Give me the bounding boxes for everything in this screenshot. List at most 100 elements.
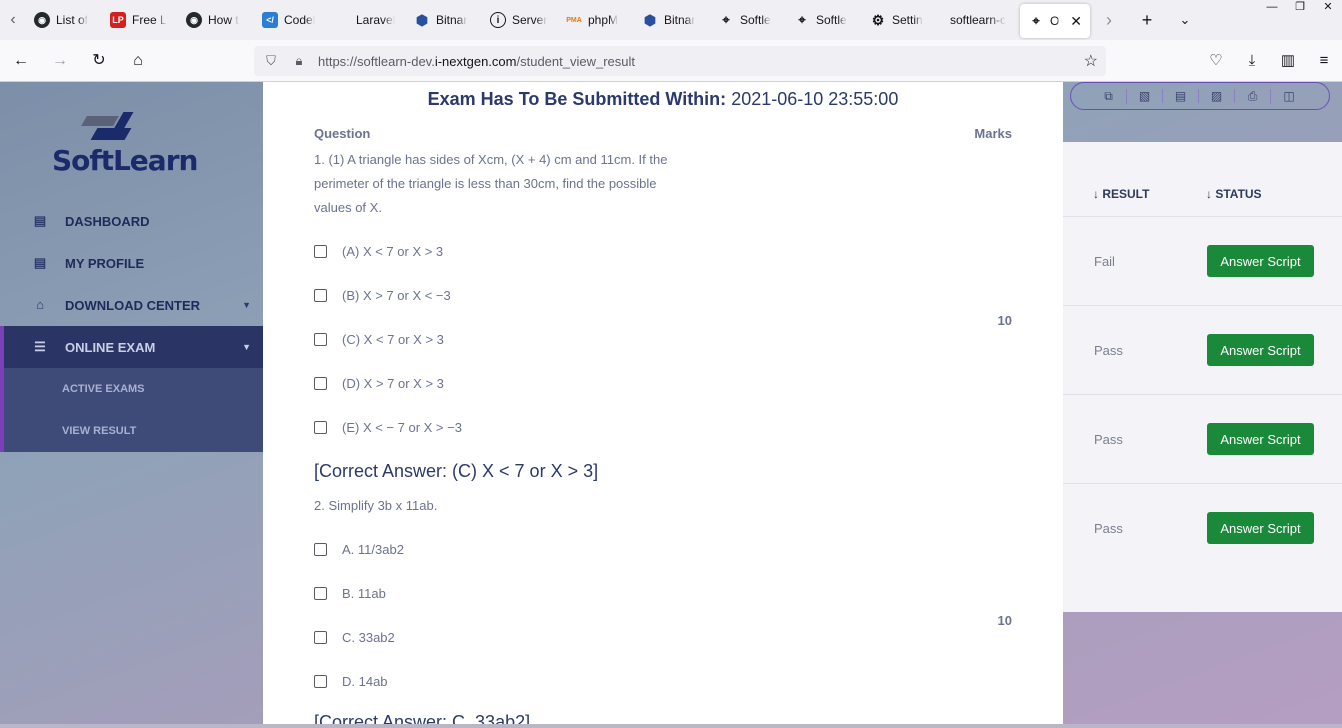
sidebar-item-my-profile[interactable]: ▤ MY PROFILE <box>0 242 263 284</box>
github-icon: ◉ <box>186 12 202 28</box>
forward-icon[interactable]: → <box>42 45 78 77</box>
checkbox[interactable] <box>314 675 327 688</box>
tab[interactable]: LP Free L <box>102 0 178 40</box>
url-path: /student_view_result <box>516 53 635 69</box>
tab-scroll-right-icon[interactable]: › <box>1090 10 1128 31</box>
checkbox[interactable] <box>314 421 327 434</box>
sidebar-item-download-center[interactable]: ⌂ DOWNLOAD CENTER ▼ <box>0 284 263 326</box>
tab[interactable]: ◉ How t <box>178 0 254 40</box>
tab-scroll-left-icon[interactable]: ‹ <box>0 11 26 29</box>
restore-icon[interactable]: ❐ <box>1286 0 1314 16</box>
sidebar-item-dashboard[interactable]: ▤ DASHBOARD <box>0 200 263 242</box>
sidebar-icon[interactable]: ▥ <box>1270 46 1306 76</box>
column-header-result[interactable]: ↓ RESULT <box>1093 187 1149 201</box>
tab-label: Bitnar <box>436 13 468 27</box>
close-icon[interactable]: ✕ <box>1070 13 1082 30</box>
tab[interactable]: ⚙ Settin <box>862 0 938 40</box>
option-label: B. 11ab <box>342 586 386 601</box>
checkbox[interactable] <box>314 377 327 390</box>
result-cell: Pass <box>1094 432 1123 447</box>
sidebar-subitem-active-exams[interactable]: ACTIVE EXAMS <box>0 368 263 410</box>
list-tabs-icon[interactable]: ⌄ <box>1166 12 1204 28</box>
home-icon[interactable]: ⌂ <box>120 45 156 77</box>
tab-label: Server <box>512 13 548 27</box>
row-divider <box>1063 483 1342 484</box>
tab[interactable]: ⌖ Softle <box>710 0 786 40</box>
excel-icon[interactable]: ▧ <box>1127 89 1163 103</box>
checkbox[interactable] <box>314 543 327 556</box>
option-checkbox-row[interactable]: A. 11/3ab2 <box>314 542 404 557</box>
option-checkbox-row[interactable]: (B) X > 7 or X < −3 <box>314 288 451 303</box>
minimize-icon[interactable]: — <box>1258 0 1286 16</box>
option-checkbox-row[interactable]: (E) X < − 7 or X > −3 <box>314 420 462 435</box>
option-checkbox-row[interactable]: (D) X > 7 or X > 3 <box>314 376 444 391</box>
option-checkbox-row[interactable]: (A) X < 7 or X > 3 <box>314 244 443 259</box>
caret-down-icon: ▼ <box>242 342 251 352</box>
tab-label: phpM <box>588 13 619 27</box>
modal-title: Exam Has To Be Submitted Within: 2021-06… <box>263 89 1063 110</box>
question-marks: 10 <box>997 613 1012 628</box>
answer-script-button[interactable]: Answer Script <box>1207 512 1314 544</box>
option-label: (A) X < 7 or X > 3 <box>342 244 444 259</box>
tab[interactable]: ⬢ Bitnar <box>406 0 482 40</box>
marks-column-header: Marks <box>974 126 1012 141</box>
columns-icon[interactable]: ◫ <box>1271 89 1307 103</box>
option-checkbox-row[interactable]: (C) X < 7 or X > 3 <box>314 332 444 347</box>
tab[interactable]: ◉ List of <box>26 0 102 40</box>
reload-icon[interactable]: ↻ <box>81 45 117 77</box>
menu-icon[interactable]: ≡ <box>1306 46 1342 76</box>
option-checkbox-row[interactable]: B. 11ab <box>314 586 386 601</box>
url-bar[interactable]: ⛉ 🔒︎ https://softlearn-dev.i-nextgen.com… <box>254 46 1106 76</box>
download-icon: ⌂ <box>36 297 44 312</box>
tab[interactable]: ⬢ Bitnar <box>634 0 710 40</box>
exam-icon: ☰ <box>34 339 46 354</box>
sidebar-subitem-view-result[interactable]: VIEW RESULT <box>0 410 263 452</box>
navigation-toolbar: ← → ↻ ⌂ ⛉ 🔒︎ https://softlearn-dev.i-nex… <box>0 40 1342 82</box>
sidebar-item-label: ONLINE EXAM <box>65 339 156 355</box>
option-label: C. 33ab2 <box>342 630 395 645</box>
url-text[interactable]: https://softlearn-dev.i-nextgen.com/stud… <box>318 54 635 69</box>
window-controls: — ❐ ✕ <box>1258 0 1342 16</box>
question-line: values of X. <box>314 200 382 215</box>
bookmark-star-icon[interactable]: ☆ <box>1084 51 1098 71</box>
tab-label: Osc <box>1050 14 1060 28</box>
print-icon[interactable]: ⎙ <box>1235 88 1271 104</box>
option-checkbox-row[interactable]: D. 14ab <box>314 674 388 689</box>
sidebar-item-label: DOWNLOAD CENTER <box>65 297 201 313</box>
row-divider <box>1063 394 1342 395</box>
checkbox[interactable] <box>314 587 327 600</box>
tab[interactable]: Laravel <box>330 0 406 40</box>
pocket-icon[interactable]: ♡ <box>1198 46 1234 76</box>
tab[interactable]: i Server <box>482 0 558 40</box>
option-checkbox-row[interactable]: C. 33ab2 <box>314 630 395 645</box>
close-window-icon[interactable]: ✕ <box>1314 0 1342 16</box>
checkbox[interactable] <box>314 245 327 258</box>
downloads-icon[interactable]: ⤓ <box>1234 46 1270 76</box>
new-tab-icon[interactable]: + <box>1128 10 1166 31</box>
tab-active[interactable]: ⌖ Osc ✕ <box>1020 4 1090 38</box>
lock-icon[interactable]: 🔒︎ <box>288 53 310 69</box>
tab[interactable]: ⌖ Softle <box>786 0 862 40</box>
sidebar-item-online-exam[interactable]: ☰ ONLINE EXAM ▼ <box>0 326 263 368</box>
page-viewport: SoftLearn ▤ DASHBOARD ▤ MY PROFILE ⌂ DOW… <box>0 82 1342 728</box>
checkbox[interactable] <box>314 631 327 644</box>
csv-icon[interactable]: ▤ <box>1163 89 1199 103</box>
answer-script-button[interactable]: Answer Script <box>1207 423 1314 455</box>
answer-script-button[interactable]: Answer Script <box>1207 334 1314 366</box>
tab[interactable]: softlearn-c <box>938 0 1020 40</box>
checkbox[interactable] <box>314 289 327 302</box>
pdf-icon[interactable]: ▨ <box>1199 89 1235 103</box>
option-label: D. 14ab <box>342 674 388 689</box>
tab[interactable]: </ Codel <box>254 0 330 40</box>
deadline-datetime: 2021-06-10 23:55:00 <box>731 89 899 109</box>
checkbox[interactable] <box>314 333 327 346</box>
tab[interactable]: PMA phpM <box>558 0 634 40</box>
answer-script-button[interactable]: Answer Script <box>1207 245 1314 277</box>
shield-icon[interactable]: ⛉ <box>260 53 282 69</box>
back-icon[interactable]: ← <box>3 45 39 77</box>
copy-icon[interactable]: ⧉ <box>1091 88 1127 104</box>
column-header-status[interactable]: ↓ STATUS <box>1206 187 1262 201</box>
result-cell: Pass <box>1094 343 1123 358</box>
logo[interactable]: SoftLearn <box>52 108 198 178</box>
tab-label: Codel <box>284 13 316 27</box>
